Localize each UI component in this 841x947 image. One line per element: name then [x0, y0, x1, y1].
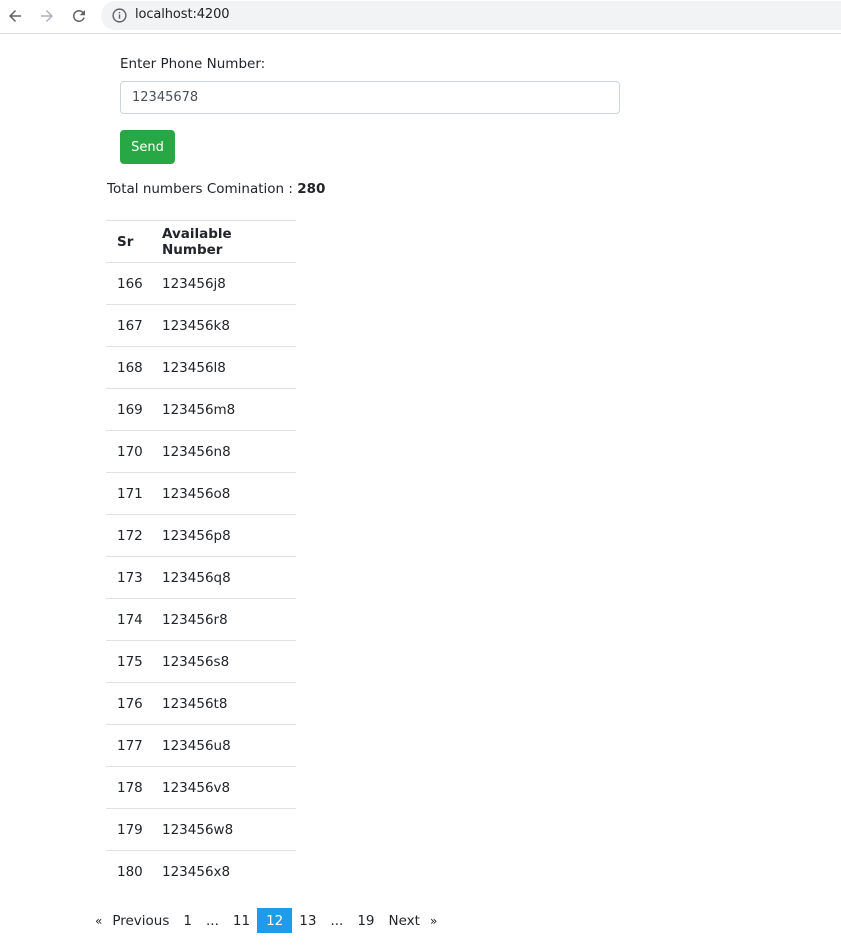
phone-label: Enter Phone Number: [120, 56, 266, 72]
cell-number: 123456o8 [162, 472, 296, 515]
cell-number: 123456q8 [162, 556, 296, 599]
cell-sr: 180 [106, 850, 162, 892]
table-row: 168 123456l8 [106, 346, 296, 389]
send-button[interactable]: Send [120, 130, 175, 164]
page-link-19[interactable]: 19 [350, 908, 381, 933]
forward-button[interactable] [37, 6, 57, 26]
cell-number: 123456t8 [162, 682, 296, 725]
reload-button[interactable] [69, 6, 89, 26]
cell-number: 123456l8 [162, 346, 296, 389]
table-row: 172 123456p8 [106, 514, 296, 557]
table-header-row: Sr Available Number [106, 220, 296, 263]
cell-sr: 167 [106, 304, 162, 347]
browser-toolbar: localhost:4200 [0, 0, 841, 34]
table-row: 179 123456w8 [106, 808, 296, 851]
cell-sr: 168 [106, 346, 162, 389]
table-row: 166 123456j8 [106, 262, 296, 305]
next-arrow-icon: » [429, 913, 438, 928]
cell-sr: 177 [106, 724, 162, 767]
page-ellipsis: ... [206, 912, 219, 929]
table-row: 173 123456q8 [106, 556, 296, 599]
cell-number: 123456k8 [162, 304, 296, 347]
table-row: 174 123456r8 [106, 598, 296, 641]
cell-sr: 178 [106, 766, 162, 809]
table-row: 178 123456v8 [106, 766, 296, 809]
cell-number: 123456j8 [162, 262, 296, 305]
back-button[interactable] [5, 6, 25, 26]
cell-sr: 176 [106, 682, 162, 725]
arrow-right-icon [41, 10, 53, 22]
total-label: Total numbers Comination : [107, 181, 298, 197]
cell-sr: 169 [106, 388, 162, 431]
table-row: 171 123456o8 [106, 472, 296, 515]
address-bar[interactable]: localhost:4200 [101, 1, 841, 30]
reload-icon [72, 9, 85, 22]
table-row: 167 123456k8 [106, 304, 296, 347]
page-link-11[interactable]: 11 [226, 908, 257, 933]
previous-label: Previous [112, 912, 170, 929]
cell-number: 123456u8 [162, 724, 296, 767]
cell-number: 123456s8 [162, 640, 296, 683]
table-row: 175 123456s8 [106, 640, 296, 683]
cell-sr: 175 [106, 640, 162, 683]
previous-arrow-icon: « [95, 913, 103, 928]
table-row: 176 123456t8 [106, 682, 296, 725]
cell-number: 123456v8 [162, 766, 296, 809]
table-row: 170 123456n8 [106, 430, 296, 473]
cell-number: 123456w8 [162, 808, 296, 851]
cell-sr: 166 [106, 262, 162, 305]
arrow-left-icon [9, 10, 21, 22]
cell-sr: 170 [106, 430, 162, 473]
pagination: « Previous 1 ... 11 12 13 ... 19 Next » [88, 908, 444, 933]
page-ellipsis: ... [330, 912, 344, 929]
cell-number: 123456m8 [162, 388, 296, 431]
column-header-available-number: Available Number [162, 220, 296, 263]
cell-number: 123456n8 [162, 430, 296, 473]
next-page-link[interactable]: Next » [382, 908, 445, 933]
cell-sr: 171 [106, 472, 162, 515]
page-link-12-current[interactable]: 12 [257, 908, 293, 933]
next-label: Next [388, 912, 420, 929]
table-row: 177 123456u8 [106, 724, 296, 767]
cell-sr: 172 [106, 514, 162, 557]
phone-input[interactable] [120, 81, 620, 114]
cell-number: 123456p8 [162, 514, 296, 557]
cell-number: 123456x8 [162, 850, 296, 892]
table-row: 180 123456x8 [106, 850, 296, 892]
total-count: 280 [297, 181, 326, 197]
cell-sr: 179 [106, 808, 162, 851]
table-row: 169 123456m8 [106, 388, 296, 431]
total-combinations: Total numbers Comination : 280 [107, 181, 325, 197]
page-link-13[interactable]: 13 [292, 908, 323, 933]
page-link-1[interactable]: 1 [176, 908, 199, 933]
url-text: localhost:4200 [135, 7, 230, 22]
cell-sr: 173 [106, 556, 162, 599]
info-icon[interactable] [111, 7, 128, 24]
results-table: Sr Available Number 166 123456j8 167 12345… [106, 220, 296, 892]
cell-number: 123456r8 [162, 598, 296, 641]
previous-page-link[interactable]: « Previous [88, 908, 176, 933]
column-header-sr: Sr [106, 220, 162, 263]
cell-sr: 174 [106, 598, 162, 641]
